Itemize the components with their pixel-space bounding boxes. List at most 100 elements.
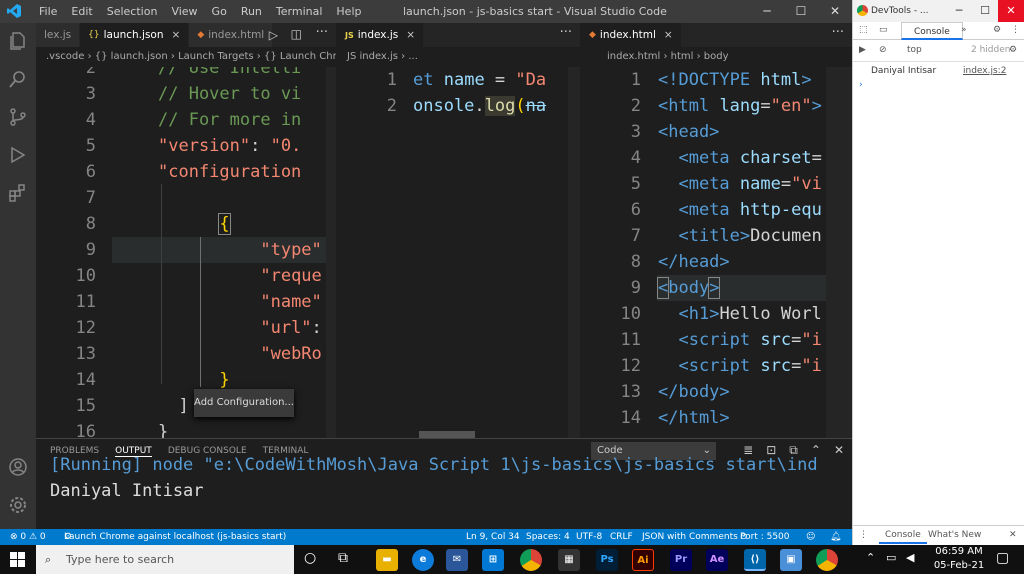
- tab-index-js-2[interactable]: JS index.js ×: [337, 23, 425, 47]
- close-icon[interactable]: ✕: [818, 0, 852, 23]
- system-monitor-icon[interactable]: ▦: [558, 549, 580, 571]
- more-actions-icon[interactable]: ···: [316, 25, 328, 40]
- clear-console-icon[interactable]: ⊘: [879, 45, 887, 55]
- network-icon[interactable]: ▭: [886, 551, 896, 564]
- close-tab-icon[interactable]: ×: [664, 29, 673, 41]
- line-number: 11: [620, 330, 641, 350]
- clock-date[interactable]: 05-Feb-21: [930, 560, 988, 571]
- tab-label: index.html: [599, 29, 656, 41]
- feedback-icon[interactable]: ☺: [806, 529, 815, 545]
- menu-go[interactable]: Go: [205, 5, 234, 18]
- window-title: launch.json - js-basics start - Visual S…: [403, 5, 667, 18]
- context-select[interactable]: top: [907, 45, 922, 55]
- devtools-window: DevTools - ... ─ ☐ ✕ ⬚ ▭ Console » ⚙ ⋮ ▶…: [852, 0, 1024, 545]
- scrollbar[interactable]: [568, 67, 580, 438]
- console-log-source-link[interactable]: index.js:2: [963, 66, 1006, 76]
- menu-run[interactable]: Run: [234, 5, 269, 18]
- more-actions-icon[interactable]: ···: [560, 25, 572, 40]
- chrome-devtools-taskbar-icon[interactable]: [816, 549, 838, 571]
- account-icon[interactable]: [8, 457, 28, 477]
- file-explorer-icon[interactable]: ▬: [376, 549, 398, 571]
- editor-pane-index-js[interactable]: 12 et name = "Da onsole.log(na: [337, 67, 580, 438]
- tab-index-html-2[interactable]: ◆ index.html ×: [581, 23, 682, 47]
- tab-console[interactable]: Console: [901, 22, 963, 40]
- drawer-tab-console[interactable]: Console: [879, 526, 927, 544]
- line-number: 15: [75, 396, 96, 416]
- menu-help[interactable]: Help: [329, 5, 368, 18]
- tab-label: lex.js: [44, 29, 72, 41]
- kebab-menu-icon[interactable]: ⋮: [1011, 25, 1020, 35]
- editor-pane-launch-json[interactable]: 2 3 4 5 6 7 8 9 10 11 12 13 14 15 16 // Use Intelli //…: [36, 67, 336, 438]
- cortana-icon[interactable]: ○: [304, 550, 316, 566]
- minimap[interactable]: [826, 67, 852, 438]
- run-debug-icon[interactable]: [8, 145, 28, 165]
- maximize-icon[interactable]: ☐: [784, 0, 818, 23]
- windows-taskbar: ⌕ Type here to search ○ ⧉ ▬ e ✉ ⊞ ▦ Ps A…: [0, 545, 1024, 574]
- drawer-menu-icon[interactable]: ⋮: [859, 530, 868, 540]
- tab-index-html[interactable]: ◆ index.html: [189, 23, 274, 47]
- settings-gear-icon[interactable]: ⚙: [993, 25, 1001, 35]
- prompt-chevron-icon[interactable]: ›: [859, 80, 863, 90]
- menu-terminal[interactable]: Terminal: [269, 5, 330, 18]
- run-icon[interactable]: ▷: [269, 28, 278, 42]
- scrollbar[interactable]: [326, 67, 336, 438]
- indentation[interactable]: Spaces: 4: [526, 529, 570, 545]
- more-tabs-icon[interactable]: »: [961, 25, 967, 35]
- clock-time[interactable]: 06:59 AM: [930, 546, 988, 557]
- mail-icon[interactable]: ✉: [446, 549, 468, 571]
- breadcrumb-pane3[interactable]: index.html › html › body: [581, 47, 852, 67]
- photos-icon[interactable]: ▣: [780, 549, 802, 571]
- add-configuration-button[interactable]: Add Configuration...: [194, 389, 294, 417]
- volume-icon[interactable]: ◀︎: [906, 551, 914, 564]
- notification-center-icon[interactable]: ▢: [996, 550, 1009, 566]
- drawer-tab-whats-new[interactable]: What's New: [928, 530, 981, 540]
- windows-start-icon[interactable]: [10, 552, 25, 567]
- menu-selection[interactable]: Selection: [100, 5, 165, 18]
- menu-edit[interactable]: Edit: [64, 5, 99, 18]
- tab-launch-json[interactable]: {} launch.json ×: [80, 23, 190, 47]
- maximize-icon[interactable]: ☐: [972, 0, 998, 22]
- encoding[interactable]: UTF-8: [576, 529, 602, 545]
- close-icon[interactable]: ✕: [998, 0, 1024, 22]
- breadcrumb-pane2[interactable]: JS index.js › ...: [337, 47, 580, 67]
- edge-icon[interactable]: e: [412, 549, 434, 571]
- close-tab-icon[interactable]: ×: [172, 29, 181, 41]
- store-icon[interactable]: ⊞: [482, 549, 504, 571]
- close-tab-icon[interactable]: ×: [406, 29, 415, 41]
- tab-index-js[interactable]: lex.js: [36, 23, 81, 47]
- illustrator-icon[interactable]: Ai: [632, 549, 654, 571]
- tray-chevron-up-icon[interactable]: ⌃: [866, 551, 875, 564]
- menu-file[interactable]: File: [32, 5, 64, 18]
- line-ending[interactable]: CRLF: [610, 529, 633, 545]
- split-editor-icon[interactable]: ◫: [291, 27, 302, 41]
- explorer-icon[interactable]: [8, 31, 28, 51]
- photoshop-icon[interactable]: Ps: [596, 549, 618, 571]
- settings-gear-icon[interactable]: [8, 495, 28, 515]
- after-effects-icon[interactable]: Ae: [706, 549, 728, 571]
- menu-view[interactable]: View: [164, 5, 204, 18]
- more-actions-icon[interactable]: ···: [832, 25, 844, 40]
- vscode-taskbar-icon[interactable]: ⟨⟩: [744, 549, 766, 571]
- breadcrumb[interactable]: .vscode › {} launch.json › Launch Target…: [36, 47, 336, 67]
- task-view-icon[interactable]: ⧉: [338, 550, 348, 566]
- editor-pane-index-html[interactable]: 1 2 3 4 5 6 7 8 9 10 11 12 13 14 <!DOCTYPE html> <htm…: [581, 67, 852, 438]
- extensions-icon[interactable]: [8, 183, 28, 203]
- language-mode[interactable]: JSON with Comments: [642, 529, 738, 545]
- chrome-icon[interactable]: [520, 549, 542, 571]
- premiere-icon[interactable]: Pr: [670, 549, 692, 571]
- horizontal-scrollbar[interactable]: [419, 431, 475, 438]
- inspect-icon[interactable]: ⬚: [859, 25, 868, 35]
- cursor-position[interactable]: Ln 9, Col 34: [466, 529, 520, 545]
- search-icon[interactable]: [8, 69, 28, 89]
- minimize-icon[interactable]: ─: [750, 0, 784, 23]
- close-drawer-icon[interactable]: ✕: [1009, 530, 1017, 540]
- notifications-icon[interactable]: 🔔︎: [830, 529, 841, 545]
- problems-indicator[interactable]: ⊗ 0 ⚠ 0: [10, 529, 46, 545]
- console-settings-icon[interactable]: ⚙: [1009, 45, 1017, 55]
- sidebar-toggle-icon[interactable]: ▶: [859, 45, 866, 55]
- line-number: 6: [630, 200, 641, 220]
- taskbar-search-box[interactable]: ⌕ Type here to search: [36, 545, 294, 574]
- minimize-icon[interactable]: ─: [946, 0, 972, 22]
- device-icon[interactable]: ▭: [879, 25, 888, 35]
- source-control-icon[interactable]: [8, 107, 28, 127]
